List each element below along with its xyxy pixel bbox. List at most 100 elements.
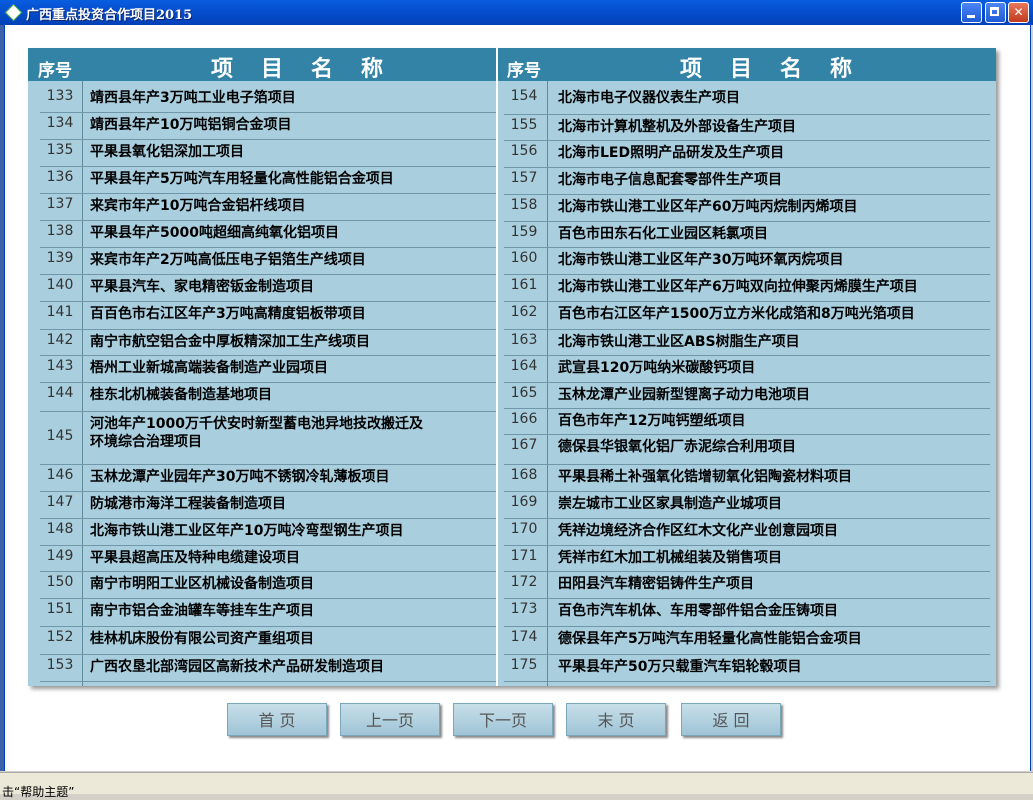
app-icon[interactable] [5, 4, 22, 21]
row-number: 138 [46, 223, 74, 239]
maximize-button[interactable] [985, 2, 1006, 23]
row-divider [40, 518, 496, 519]
row-number: 172 [510, 574, 538, 590]
row-divider [504, 382, 990, 383]
last-page-button[interactable]: 末 页 [566, 703, 666, 736]
row-project-name: 德保县年产5万吨汽车用轻量化高性能铝合金项目 [558, 631, 862, 647]
row-divider [504, 598, 990, 599]
row-divider [40, 355, 496, 356]
row-divider [40, 220, 496, 221]
row-divider [40, 654, 496, 655]
row-divider [40, 166, 496, 167]
row-project-name: 靖西县年产3万吨工业电子箔项目 [90, 90, 296, 106]
row-project-name: 百色市年产12万吨钙塑纸项目 [558, 413, 746, 429]
row-number: 133 [46, 88, 74, 104]
row-divider [504, 301, 990, 302]
seq-header-right: 序号 [507, 61, 541, 81]
row-project-name: 南宁市铝合金油罐车等挂车生产项目 [90, 603, 314, 619]
row-divider [504, 247, 990, 248]
row-number: 141 [46, 304, 74, 320]
row-project-name: 来宾市年产2万吨高低压电子铝箔生产线项目 [90, 252, 366, 268]
row-divider [40, 382, 496, 383]
row-project-name: 南宁市航空铝合金中厚板精深加工生产线项目 [90, 334, 370, 350]
row-number: 164 [510, 358, 538, 374]
row-number: 153 [46, 657, 74, 673]
row-project-name: 百色市田东石化工业园区耗氯项目 [558, 226, 768, 242]
row-number: 150 [46, 574, 74, 590]
prev-page-button[interactable]: 上一页 [340, 703, 440, 736]
row-number: 174 [510, 629, 538, 645]
row-divider [504, 434, 990, 435]
row-number: 155 [510, 117, 538, 133]
title-bar[interactable]: 广西重点投资合作项目2015 ✕ [0, 0, 1033, 25]
row-project-name: 平果县氧化铝深加工项目 [90, 144, 244, 160]
next-page-button[interactable]: 下一页 [453, 703, 553, 736]
row-number: 168 [510, 467, 538, 483]
row-divider [40, 464, 496, 465]
row-project-name: 百色市汽车机体、车用零部件铝合金压铸项目 [558, 603, 838, 619]
row-project-name: 来宾市年产10万吨合金铝杆线项目 [90, 198, 306, 214]
back-button[interactable]: 返 回 [681, 703, 781, 736]
maximize-icon [986, 3, 1005, 22]
row-project-name: 桂东北机械装备制造基地项目 [90, 387, 272, 403]
row-project-name: 平果县稀土补强氧化锆增韧氧化铝陶瓷材料项目 [558, 469, 852, 485]
first-page-button[interactable]: 首 页 [227, 703, 327, 736]
row-number: 171 [510, 548, 538, 564]
row-project-name: 北海市计算机整机及外部设备生产项目 [558, 119, 796, 135]
row-project-name-line2: 环境综合治理项目 [90, 434, 202, 450]
row-project-name: 北海市铁山港工业区年产30万吨环氧丙烷项目 [558, 252, 844, 268]
row-number: 156 [510, 143, 538, 159]
row-divider [40, 411, 496, 412]
row-divider [504, 329, 990, 330]
row-number: 146 [46, 467, 74, 483]
row-project-name: 北海市LED照明产品研发及生产项目 [558, 145, 785, 161]
close-button[interactable]: ✕ [1008, 2, 1029, 23]
row-project-name: 梧州工业新城高端装备制造产业园项目 [90, 360, 328, 376]
row-project-name: 平果县汽车、家电精密钣金制造项目 [90, 279, 314, 295]
row-number: 161 [510, 277, 538, 293]
row-divider [40, 681, 496, 682]
row-project-name: 平果县年产5万吨汽车用轻量化高性能铝合金项目 [90, 171, 394, 187]
row-divider [504, 140, 990, 141]
row-project-name: 平果县超高压及特种电缆建设项目 [90, 550, 300, 566]
close-icon: ✕ [1013, 5, 1024, 19]
project-table: 序号 项目名称 序号 项目名称 133 靖西县年产3万吨工业电子箔项目 134 靖西县… [28, 48, 996, 686]
row-project-name: 广西农垦北部湾园区高新技术产品研发制造项目 [90, 659, 384, 675]
minimize-button[interactable] [961, 2, 982, 23]
row-divider [40, 139, 496, 140]
row-project-name: 玉林龙潭产业园新型锂离子动力电池项目 [558, 387, 810, 403]
row-number: 135 [46, 142, 74, 158]
row-divider [40, 626, 496, 627]
row-number: 154 [510, 88, 538, 104]
row-project-name: 玉林龙潭产业园年产30万吨不锈钢冷轧薄板项目 [90, 469, 390, 485]
row-divider [40, 545, 496, 546]
left-num-divider [82, 81, 83, 686]
row-number: 148 [46, 521, 74, 537]
row-project-name: 北海市铁山港工业区年产6万吨双向拉伸聚丙烯膜生产项目 [558, 279, 918, 295]
row-number: 158 [510, 197, 538, 213]
row-project-name: 百色市右江区年产1500万立方米化成箔和8万吨光箔项目 [558, 306, 915, 322]
column-divider [496, 48, 498, 686]
row-project-name: 北海市铁山港工业区年产60万吨丙烷制丙烯项目 [558, 199, 858, 215]
row-divider [504, 464, 990, 465]
row-number: 149 [46, 548, 74, 564]
row-divider [504, 491, 990, 492]
row-number: 136 [46, 169, 74, 185]
seq-header-left: 序号 [38, 61, 72, 81]
row-project-name: 防城港市海洋工程装备制造项目 [90, 496, 286, 512]
row-project-name: 德保县华银氧化铝厂赤泥综合利用项目 [558, 439, 796, 455]
row-number: 163 [510, 332, 538, 348]
row-divider [504, 681, 990, 682]
status-text: 击“帮助主题” [2, 785, 75, 799]
row-project-name: 平果县年产5000吨超细高纯氧化铝项目 [90, 225, 339, 241]
right-num-divider [547, 81, 548, 686]
row-divider [504, 114, 990, 115]
row-number: 145 [46, 428, 74, 444]
row-divider [40, 247, 496, 248]
row-project-name: 百百色市右江区年产3万吨高精度铝板带项目 [90, 306, 366, 322]
row-divider [504, 571, 990, 572]
row-number: 142 [46, 332, 74, 348]
minimize-icon [962, 3, 981, 22]
row-divider [40, 193, 496, 194]
row-project-name: 田阳县汽车精密铝铸件生产项目 [558, 576, 754, 592]
